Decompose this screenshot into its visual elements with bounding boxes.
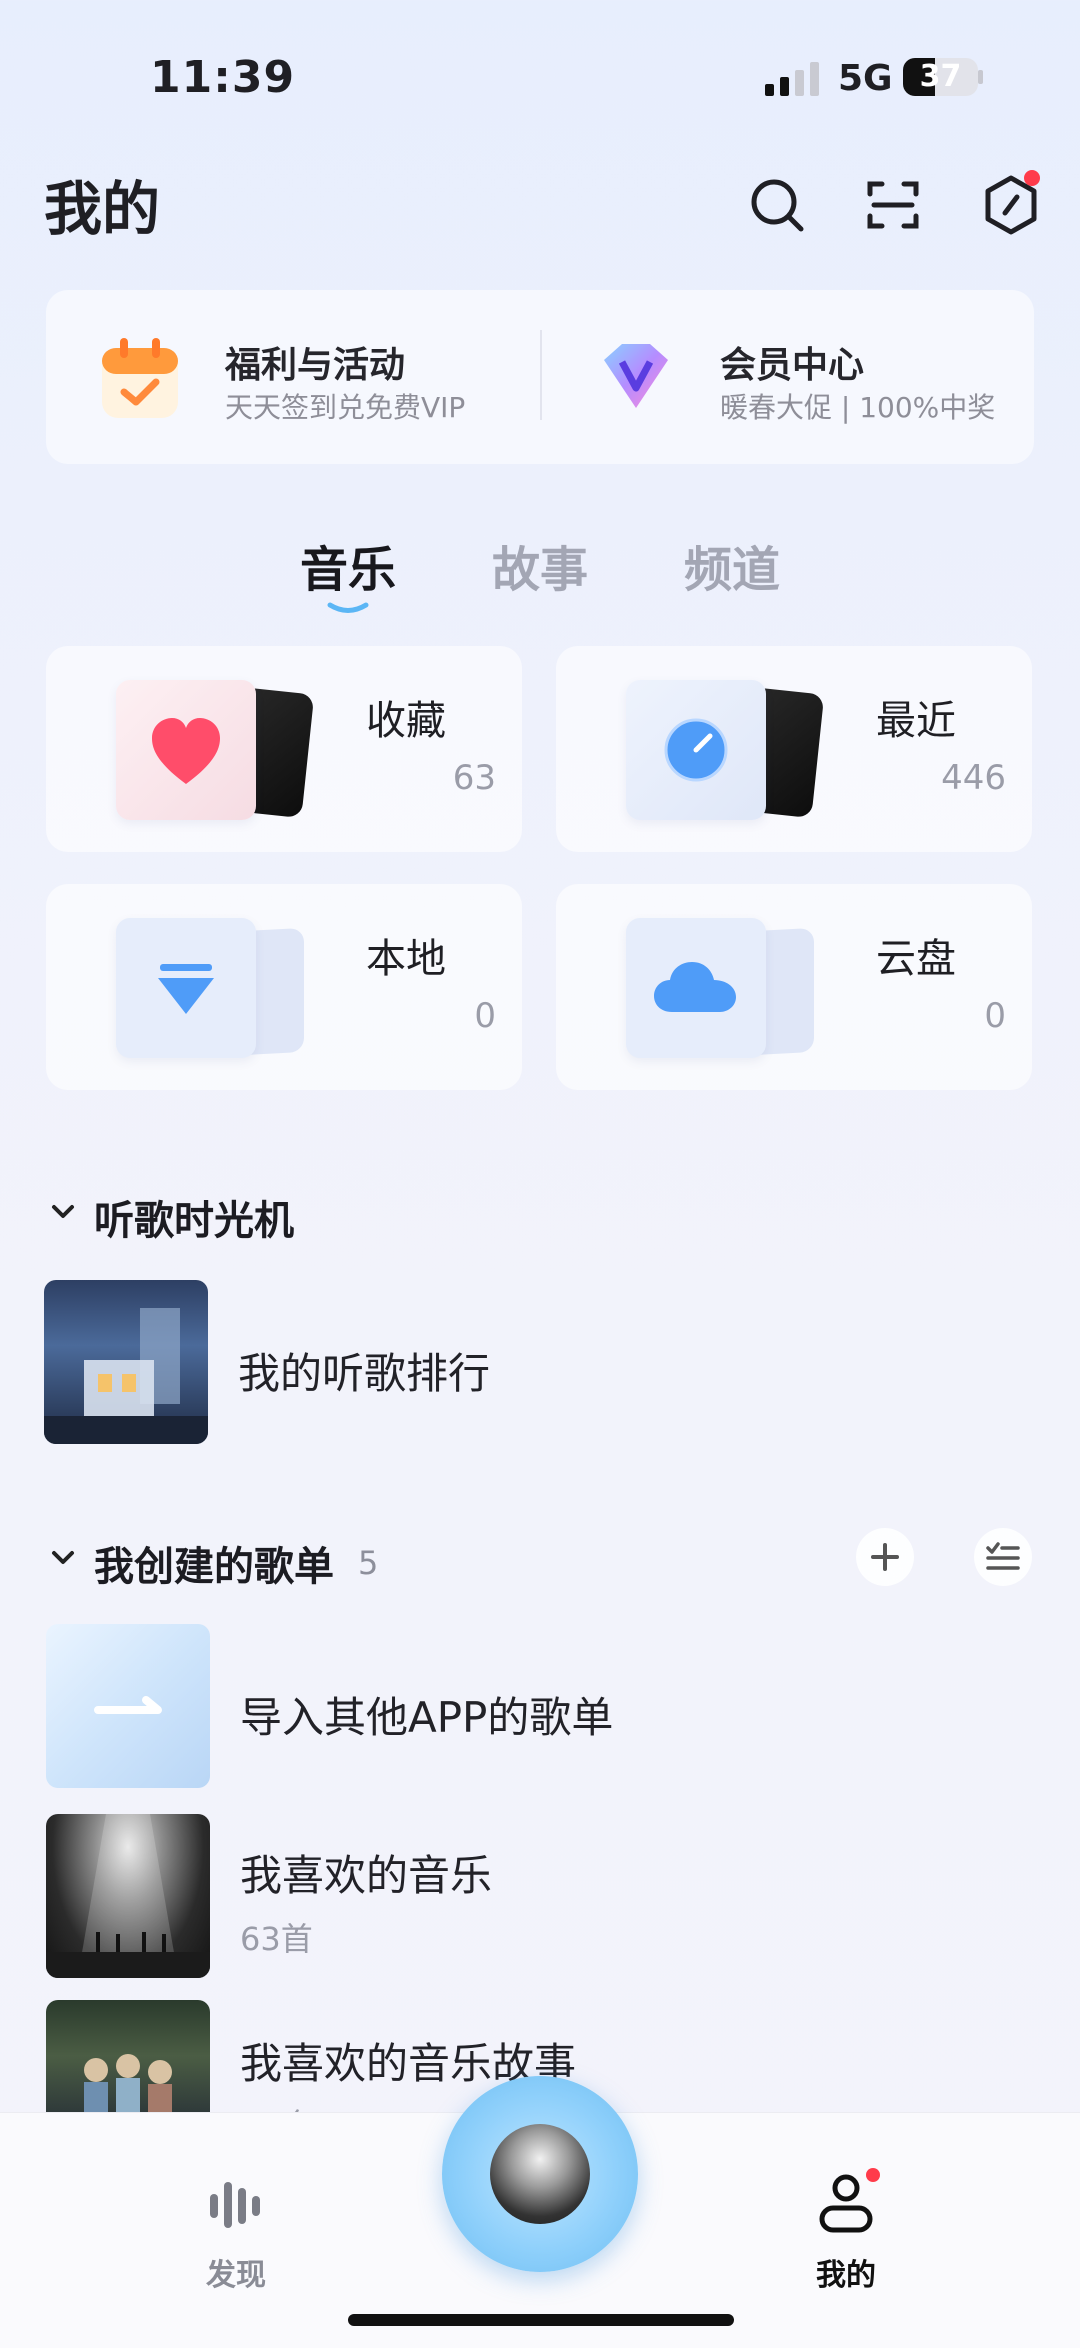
- chevron-down-icon[interactable]: [48, 1196, 78, 1234]
- recent-cover: [626, 680, 766, 820]
- vip-center-title[interactable]: 会员中心: [720, 336, 864, 388]
- page-title: 我的: [44, 175, 161, 243]
- nav-mine-label[interactable]: 我的: [786, 2250, 906, 2294]
- diamond-icon: [584, 326, 688, 430]
- cloud-icon: [654, 962, 736, 1012]
- favorites-cover: [116, 680, 256, 820]
- scan-icon[interactable]: [860, 172, 926, 238]
- tile-count: 446: [941, 758, 1006, 798]
- tile-label: 最近: [876, 698, 956, 744]
- notification-dot: [1024, 170, 1040, 186]
- tile-label: 云盘: [876, 936, 956, 982]
- playlist-item-title[interactable]: 我喜欢的音乐: [240, 1842, 492, 1903]
- welfare-title[interactable]: 福利与活动: [225, 336, 405, 388]
- battery-icon: 37: [903, 58, 978, 96]
- section-title-playlists[interactable]: 我创建的歌单: [94, 1534, 334, 1592]
- heart-icon: [152, 718, 220, 784]
- playlist-item-subtitle-clip: 33个: [240, 2100, 313, 2112]
- section-title-time-machine[interactable]: 听歌时光机: [94, 1188, 294, 1246]
- tile-recent[interactable]: 最近 446: [556, 646, 1032, 852]
- vip-center-subtitle: 暖春大促 | 100%中奖: [720, 391, 996, 424]
- chevron-down-icon[interactable]: [48, 1542, 78, 1580]
- tab-channel[interactable]: 频道: [684, 530, 780, 600]
- now-playing-button[interactable]: [442, 2076, 638, 2272]
- clock-icon: [664, 718, 728, 782]
- cellular-signal-icon: [765, 62, 819, 96]
- tile-count: 63: [452, 758, 496, 798]
- playlist-item-subtitle: 33个: [240, 2100, 313, 2112]
- tile-count: 0: [474, 996, 496, 1036]
- tile-count: 0: [984, 996, 1006, 1036]
- welfare-subtitle: 天天签到兑免费VIP: [225, 391, 466, 424]
- profile-notification-dot: [866, 2168, 880, 2182]
- discover-icon[interactable]: [206, 2176, 266, 2232]
- calendar-icon: [92, 330, 188, 426]
- status-time: 11:39: [150, 52, 296, 103]
- tab-music[interactable]: 音乐: [300, 530, 396, 600]
- playlist-count: 5: [358, 1544, 379, 1582]
- liked-music-cover[interactable]: [46, 1814, 210, 1978]
- download-icon: [158, 964, 214, 1014]
- search-icon[interactable]: [744, 172, 810, 238]
- tile-label: 收藏: [366, 698, 446, 744]
- tile-label: 本地: [366, 936, 446, 982]
- cloud-cover: [626, 918, 766, 1058]
- playlist-item-title[interactable]: 导入其他APP的歌单: [240, 1684, 613, 1745]
- manage-playlists-button[interactable]: [974, 1528, 1032, 1586]
- promo-divider: [540, 330, 542, 420]
- ranking-title[interactable]: 我的听歌排行: [238, 1340, 490, 1401]
- import-playlist-cover[interactable]: [46, 1624, 210, 1788]
- add-playlist-button[interactable]: [856, 1528, 914, 1586]
- battery-percent: 37: [919, 59, 962, 94]
- list-check-icon: [986, 1542, 1020, 1570]
- tile-local[interactable]: 本地 0: [46, 884, 522, 1090]
- battery-cap: [978, 70, 983, 84]
- local-cover: [116, 918, 256, 1058]
- tab-story[interactable]: 故事: [492, 530, 588, 600]
- now-playing-disc: [490, 2124, 590, 2224]
- liked-stories-cover[interactable]: [46, 2000, 210, 2112]
- home-indicator: [348, 2314, 734, 2326]
- import-arrow-icon: [94, 1696, 162, 1714]
- tab-indicator: [327, 602, 369, 613]
- plus-icon: [871, 1543, 899, 1571]
- network-type: 5G: [838, 58, 893, 99]
- tile-cloud[interactable]: 云盘 0: [556, 884, 1032, 1090]
- nav-discover-label[interactable]: 发现: [176, 2250, 296, 2294]
- ranking-cover[interactable]: [44, 1280, 208, 1444]
- playlist-item-subtitle: 63首: [240, 1920, 313, 1958]
- tile-favorites[interactable]: 收藏 63: [46, 646, 522, 852]
